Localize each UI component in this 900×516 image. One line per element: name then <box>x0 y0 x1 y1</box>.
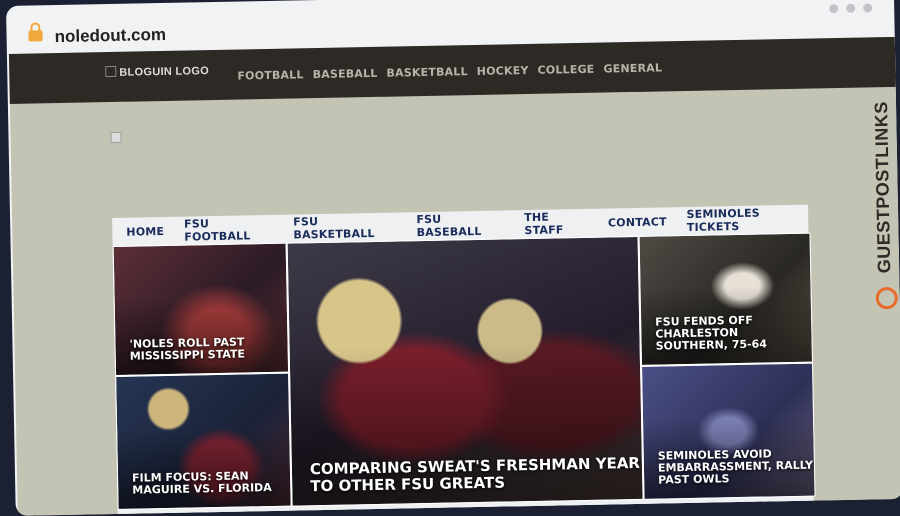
fsu-nav-baseball[interactable]: FSU BASEBALL <box>416 211 504 239</box>
fsu-blog-section: HOME FSU FOOTBALL FSU BASKETBALL FSU BAS… <box>112 204 816 516</box>
lock-icon <box>28 30 43 42</box>
article-caption[interactable]: 'Noles roll past Mississippi State <box>129 335 287 362</box>
featured-article-tile[interactable]: Film Focus: Sean Maguire vs. Florida <box>115 372 292 510</box>
nav-football[interactable]: FOOTBALL <box>237 68 303 82</box>
featured-article-tile[interactable]: Seminoles avoid embarrassment, rally pas… <box>641 362 816 500</box>
broken-image-icon <box>110 131 122 144</box>
top-nav: FOOTBALL BASEBALL BASKETBALL HOCKEY COLL… <box>237 61 662 82</box>
featured-article-tile[interactable]: FSU fends off Charleston Southern, 75-64 <box>638 232 813 366</box>
article-caption[interactable]: Comparing Sweat's freshman year to other… <box>310 454 643 495</box>
fsu-nav-football[interactable]: FSU FOOTBALL <box>184 216 274 243</box>
window-controls <box>829 3 873 14</box>
window-dot-icon[interactable] <box>846 3 856 13</box>
fsu-nav-staff[interactable]: THE STAFF <box>524 210 588 237</box>
window-dot-icon[interactable] <box>863 3 873 13</box>
badge-text: GUESTPOSTLINKS <box>870 101 895 274</box>
guestpostlinks-badge: GUESTPOSTLINKS <box>866 77 900 338</box>
nav-hockey[interactable]: HOCKEY <box>477 64 529 78</box>
featured-article-tile[interactable]: 'Noles roll past Mississippi State <box>112 242 290 376</box>
fsu-nav-contact[interactable]: CONTACT <box>608 215 667 229</box>
webpage: BLOGUIN LOGO FOOTBALL BASEBALL BASKETBAL… <box>8 36 900 516</box>
nav-college[interactable]: COLLEGE <box>537 63 594 77</box>
link-icon <box>875 286 898 310</box>
article-caption[interactable]: Film Focus: Sean Maguire vs. Florida <box>132 469 290 496</box>
nav-basketball[interactable]: BASKETBALL <box>386 65 468 80</box>
featured-grid: 'Noles roll past Mississippi State Compa… <box>112 232 816 516</box>
nav-baseball[interactable]: BASEBALL <box>312 67 377 81</box>
fsu-nav-home[interactable]: HOME <box>126 225 164 239</box>
article-caption[interactable]: FSU fends off Charleston Southern, 75-64 <box>655 314 812 353</box>
fsu-nav-tickets[interactable]: SEMINOLES TICKETS <box>686 206 808 234</box>
featured-article-tile[interactable]: Comparing Sweat's freshman year to other… <box>286 235 644 507</box>
bloguin-logo[interactable]: BLOGUIN LOGO <box>105 64 209 79</box>
url-text[interactable]: noledout.com <box>54 25 166 47</box>
browser-window: noledout.com BLOGUIN LOGO FOOTBALL BASEB… <box>6 0 900 516</box>
window-dot-icon[interactable] <box>829 4 839 14</box>
article-caption[interactable]: Seminoles avoid embarrassment, rally pas… <box>658 447 815 486</box>
fsu-nav-basketball[interactable]: FSU BASKETBALL <box>293 214 397 241</box>
nav-general[interactable]: GENERAL <box>603 61 662 75</box>
